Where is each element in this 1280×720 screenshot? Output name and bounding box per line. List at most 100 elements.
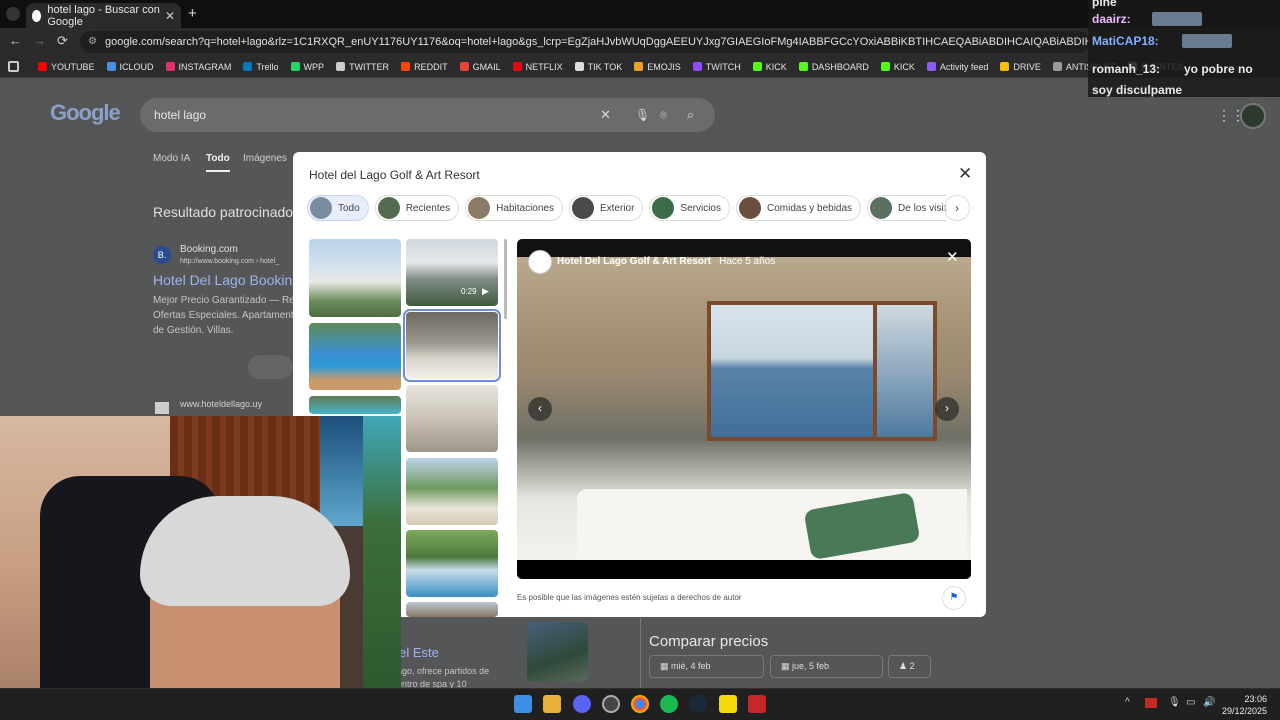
bookmark-item[interactable]: YOUTUBE — [38, 62, 95, 72]
bookmark-label: INSTAGRAM — [178, 61, 232, 72]
checkout-date-field[interactable]: ▦ jue, 5 feb — [770, 655, 883, 678]
back-button[interactable]: ← — [9, 33, 22, 48]
bookmark-item[interactable]: ICLOUD — [106, 62, 154, 72]
photo-thumbnail-partial[interactable] — [363, 416, 401, 688]
tab-search-button[interactable] — [6, 7, 20, 21]
dialog-close-icon[interactable]: ✕ — [958, 164, 972, 184]
windows-start-icon[interactable] — [514, 695, 532, 713]
obs-icon[interactable] — [602, 695, 620, 713]
bookmark-item[interactable]: REDDIT — [401, 62, 448, 72]
photo-thumbnail[interactable] — [406, 602, 498, 617]
browser-tab[interactable]: hotel lago - Buscar con Google ✕ — [26, 3, 181, 28]
webcam-poster — [320, 416, 363, 526]
chip-exterior[interactable]: Exterior — [568, 195, 644, 221]
clear-icon[interactable]: ✕ — [600, 98, 611, 132]
bookmark-favicon-icon — [243, 62, 253, 71]
window-view — [707, 301, 877, 441]
photo-thumbnail[interactable] — [309, 396, 401, 414]
bookmark-item[interactable]: Activity feed — [926, 62, 988, 72]
tab-modo-ia[interactable]: Modo IA — [153, 153, 190, 164]
address-bar[interactable]: ⚙ google.com/search?q=hotel+lago&rlz=1C1… — [80, 31, 1090, 53]
chat-message: soy disculpame — [1092, 83, 1183, 97]
photo-thumbnail[interactable] — [406, 458, 498, 525]
chip-thumbnail — [571, 197, 594, 219]
bookmark-item[interactable]: INSTAGRAM — [165, 61, 232, 72]
tab-title: hotel lago - Buscar con Google — [47, 3, 160, 28]
previous-photo-button[interactable]: ‹ — [528, 397, 552, 421]
guests-field[interactable]: ♟ 2 — [888, 655, 931, 678]
new-tab-button[interactable]: + — [188, 5, 197, 22]
chip-recientes[interactable]: Recientes — [374, 195, 460, 221]
reload-button[interactable]: ⟳ — [57, 33, 68, 49]
app-icon[interactable] — [748, 695, 766, 713]
dialog-title: Hotel del Lago Golf & Art Resort — [309, 168, 480, 182]
microphone-tray-icon[interactable]: 🎙 — [1168, 697, 1181, 708]
bookmark-item[interactable]: TWITCH — [692, 62, 741, 72]
bookmark-item[interactable]: NETFLIX — [512, 62, 563, 72]
result-thumbnail[interactable] — [527, 622, 588, 682]
photo-thumbnail-selected[interactable] — [403, 309, 501, 382]
checkin-date-field[interactable]: ▦ mié, 4 feb — [649, 655, 764, 678]
microphone-icon[interactable]: 🎙 — [635, 98, 650, 132]
system-clock[interactable]: 23:06 29/12/2025 — [1222, 693, 1267, 717]
account-avatar[interactable] — [1240, 103, 1266, 129]
google-logo[interactable]: Google — [50, 100, 121, 126]
next-photo-button[interactable]: › — [935, 397, 959, 421]
photo-source: Hotel Del Lago Golf & Art Resort Hace 5 … — [557, 256, 775, 267]
chat-emote — [1152, 12, 1202, 26]
bookmark-item[interactable]: KICK — [752, 62, 787, 72]
search-input[interactable]: hotel lago ✕ 🎙 ⌾ ⌕ — [140, 98, 715, 132]
photo-thumbnail[interactable] — [309, 323, 401, 390]
clock-time: 23:06 — [1244, 694, 1268, 704]
chip-comidas-y-bebidas[interactable]: Comidas y bebidas — [736, 195, 862, 221]
bookmark-item[interactable]: WPP — [290, 62, 324, 72]
network-icon[interactable]: ▭ — [1186, 697, 1195, 708]
compare-prices-heading: Comparar precios — [649, 633, 769, 650]
bookmark-label: GMAIL — [472, 61, 501, 72]
bookmark-item[interactable]: DRIVE — [1000, 62, 1041, 72]
bookmark-label: KICK — [893, 61, 915, 72]
tray-app-icon[interactable] — [1145, 698, 1157, 708]
bookmark-item[interactable]: EMOJIS — [634, 62, 681, 72]
chip-servicios[interactable]: Servicios — [649, 195, 730, 221]
notes-icon[interactable] — [719, 695, 737, 713]
bookmark-item[interactable]: GMAIL — [459, 61, 501, 72]
tab-todo[interactable]: Todo — [206, 153, 230, 172]
bookmark-item[interactable]: Trello — [243, 62, 279, 72]
discord-icon[interactable] — [573, 695, 591, 713]
lens-icon[interactable]: ⌾ — [660, 98, 667, 132]
spotify-icon[interactable] — [660, 695, 678, 713]
steam-icon[interactable] — [689, 695, 707, 713]
photo-source-name[interactable]: Hotel Del Lago Golf & Art Resort — [557, 256, 711, 267]
tab-imagenes[interactable]: Imágenes — [243, 153, 287, 164]
photo-thumbnail[interactable] — [406, 385, 498, 452]
tab-close-icon[interactable]: ✕ — [165, 9, 175, 23]
chip-todo[interactable]: Todo — [307, 195, 369, 221]
volume-icon[interactable]: 🔊 — [1203, 697, 1215, 708]
site-info-icon[interactable]: ⚙ — [88, 31, 97, 53]
forward-button[interactable]: → — [33, 33, 46, 48]
photo-close-icon[interactable]: ✕ — [946, 248, 959, 266]
chips-next-button[interactable]: › — [944, 195, 970, 221]
apps-grid-icon[interactable] — [8, 61, 19, 72]
video-thumbnail[interactable]: 0:29 ▶ — [406, 239, 498, 306]
chip-label: Todo — [338, 202, 360, 214]
tray-overflow-icon[interactable]: ^ — [1125, 697, 1130, 708]
search-icon[interactable]: ⌕ — [687, 98, 694, 132]
thumbnails-scrollbar[interactable] — [504, 239, 507, 319]
bookmark-item[interactable]: KICK — [880, 61, 915, 72]
bookmark-item[interactable]: TIK TOK — [574, 62, 622, 72]
ad-desc-2: Ofertas Especiales. Apartamentos — [153, 310, 305, 321]
file-explorer-icon[interactable] — [543, 695, 561, 713]
photo-thumbnail[interactable] — [406, 530, 498, 597]
bookmark-favicon-icon — [401, 62, 411, 71]
bookmark-item[interactable]: TWITTER — [336, 62, 389, 72]
ad-title-link[interactable]: Hotel Del Lago Booking — [153, 272, 300, 288]
chrome-icon[interactable] — [631, 695, 649, 713]
chip-habitaciones[interactable]: Habitaciones — [465, 195, 563, 221]
chip-de-los-visitantes[interactable]: De los visitantes — [867, 195, 947, 221]
more-button[interactable] — [248, 355, 293, 379]
bookmark-item[interactable]: DASHBOARD — [798, 62, 869, 72]
photo-thumbnail[interactable] — [309, 239, 401, 317]
report-flag-icon[interactable]: ⚑ — [942, 586, 966, 610]
